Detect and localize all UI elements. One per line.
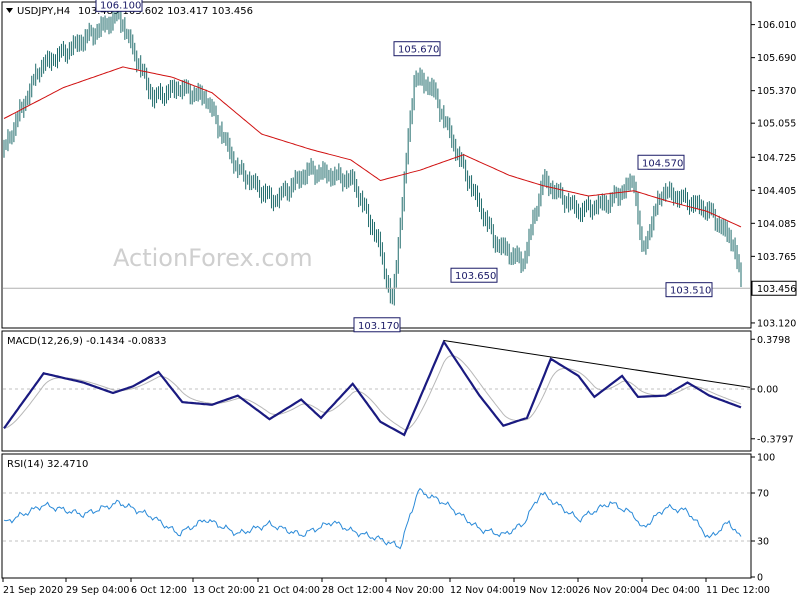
chart-root: ActionForex.com USDJPY,H4 103.489 103.60… (0, 0, 800, 600)
rsi-tick-label: 100 (757, 453, 775, 464)
macd-tick-label: 0.00 (757, 385, 778, 396)
price-tick-label: 104.085 (757, 219, 796, 230)
x-tick-label: 11 Dec 12:00 (706, 585, 770, 596)
price-annotation-label: 103.650 (455, 271, 496, 282)
price-tick-label: 104.405 (757, 186, 796, 197)
price-tick-label: 105.690 (757, 53, 796, 64)
x-tick-label: 12 Nov 04:00 (450, 585, 514, 596)
x-tick-label: 19 Nov 12:00 (514, 585, 578, 596)
rsi-tick-label: 0 (757, 573, 763, 584)
last-price-label: 103.456 (757, 284, 796, 295)
x-tick-label: 13 Oct 20:00 (193, 585, 255, 596)
price-annotation-label: 103.510 (670, 286, 711, 297)
price-annotation-label: 103.170 (358, 321, 399, 332)
price-annotation-label: 106.100 (100, 0, 141, 11)
price-tick-label: 104.725 (757, 153, 796, 164)
x-tick-label: 28 Oct 12:00 (322, 585, 384, 596)
price-annotation-label: 105.670 (398, 45, 439, 56)
rsi-tick-label: 30 (757, 537, 769, 548)
price-title: USDJPY,H4 (17, 6, 70, 17)
price-annotation-label: 104.570 (642, 158, 683, 169)
price-tick-label: 106.010 (757, 20, 796, 31)
price-tick-label: 105.370 (757, 86, 796, 97)
macd-tick-label: 0.3798 (757, 335, 790, 346)
x-tick-label: 4 Nov 20:00 (386, 585, 444, 596)
price-tick-label: 103.765 (757, 252, 796, 263)
rsi-tick-label: 70 (757, 489, 769, 500)
macd-tick-label: -0.3797 (757, 434, 794, 445)
x-tick-label: 6 Oct 12:00 (131, 585, 187, 596)
rsi-title: RSI(14) 32.4710 (7, 459, 88, 470)
price-tick-label: 105.055 (757, 119, 796, 130)
x-tick-label: 29 Sep 04:00 (66, 585, 129, 596)
x-tick-label: 26 Nov 20:00 (578, 585, 642, 596)
watermark: ActionForex.com (113, 244, 313, 272)
x-tick-label: 21 Oct 04:00 (258, 585, 320, 596)
x-tick-label: 4 Dec 04:00 (642, 585, 700, 596)
macd-title: MACD(12,26,9) -0.1434 -0.0833 (7, 336, 167, 347)
x-tick-label: 21 Sep 2020 (3, 585, 63, 596)
price-tick-label: 103.120 (757, 318, 796, 329)
